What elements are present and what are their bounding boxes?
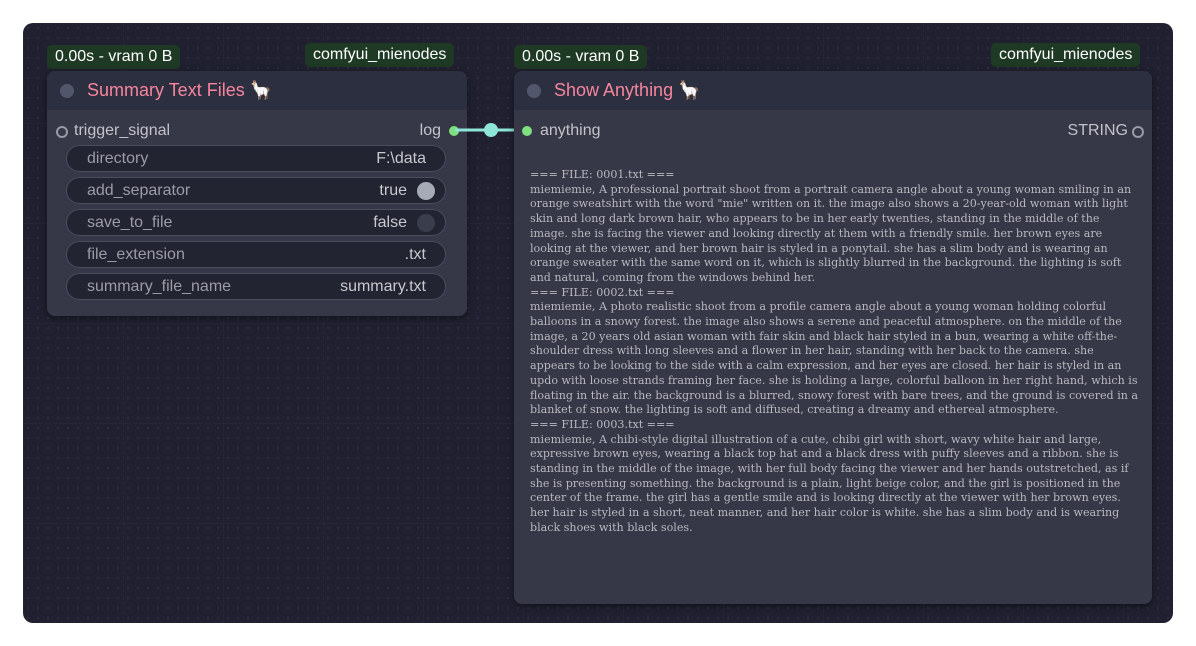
widget-label: directory bbox=[87, 150, 149, 167]
toggle-knob-off[interactable] bbox=[417, 214, 435, 232]
input-slot-label: trigger_signal bbox=[74, 122, 171, 139]
widget-label: summary_file_name bbox=[87, 278, 232, 295]
output-text-display[interactable]: === FILE: 0001.txt === miemiemie, A prof… bbox=[530, 168, 1140, 536]
collapse-toggle[interactable] bbox=[527, 84, 541, 98]
widget-value: true bbox=[379, 182, 407, 199]
node-title: Show Anything 🦙 bbox=[554, 80, 701, 101]
widget-value: .txt bbox=[404, 246, 426, 263]
widget-label: add_separator bbox=[87, 182, 191, 199]
slot-row: trigger_signal log bbox=[47, 121, 467, 141]
llama-icon: 🦙 bbox=[249, 80, 273, 100]
add-separator-toggle[interactable]: add_separator true bbox=[66, 177, 446, 204]
input-slot-anything[interactable] bbox=[522, 126, 532, 136]
node-header[interactable]: Show Anything 🦙 bbox=[514, 71, 1152, 110]
widget-label: save_to_file bbox=[87, 214, 173, 231]
directory-widget[interactable]: directory F:\data bbox=[66, 145, 446, 172]
save-to-file-toggle[interactable]: save_to_file false bbox=[66, 209, 446, 236]
slot-row: anything STRING bbox=[514, 121, 1152, 141]
widget-value: F:\data bbox=[376, 150, 426, 167]
toggle-knob-on[interactable] bbox=[417, 182, 435, 200]
output-slot-label: log bbox=[419, 122, 441, 139]
summary-file-name-widget[interactable]: summary_file_name summary.txt bbox=[66, 273, 446, 300]
node-header[interactable]: Summary Text Files 🦙 bbox=[47, 71, 467, 110]
node-timing-badge: 0.00s - vram 0 B bbox=[514, 45, 648, 69]
graph-canvas[interactable]: 0.00s - vram 0 B comfyui_mienodes Summar… bbox=[23, 23, 1173, 623]
node-source-badge: comfyui_mienodes bbox=[991, 43, 1141, 67]
summary-text-files-node[interactable]: Summary Text Files 🦙 trigger_signal log … bbox=[47, 71, 467, 316]
node-title: Summary Text Files 🦙 bbox=[87, 80, 272, 101]
node-timing-badge: 0.00s - vram 0 B bbox=[47, 45, 181, 69]
node-title-text: Summary Text Files bbox=[87, 80, 245, 100]
llama-icon: 🦙 bbox=[678, 80, 701, 100]
show-anything-node[interactable]: Show Anything 🦙 anything STRING === FILE… bbox=[514, 71, 1152, 604]
collapse-toggle[interactable] bbox=[60, 84, 74, 98]
node-title-text: Show Anything bbox=[554, 80, 674, 100]
widget-value: false bbox=[373, 214, 407, 231]
input-slot-label: anything bbox=[540, 122, 601, 139]
input-slot-trigger-signal[interactable] bbox=[56, 126, 68, 138]
widget-value: summary.txt bbox=[340, 278, 426, 295]
node-source-badge: comfyui_mienodes bbox=[305, 43, 455, 67]
link-midpoint-handle bbox=[484, 123, 498, 137]
file-extension-widget[interactable]: file_extension .txt bbox=[66, 241, 446, 268]
widget-label: file_extension bbox=[87, 246, 185, 263]
output-slot-label: STRING bbox=[1067, 122, 1128, 139]
output-slot-string[interactable] bbox=[1132, 126, 1144, 138]
